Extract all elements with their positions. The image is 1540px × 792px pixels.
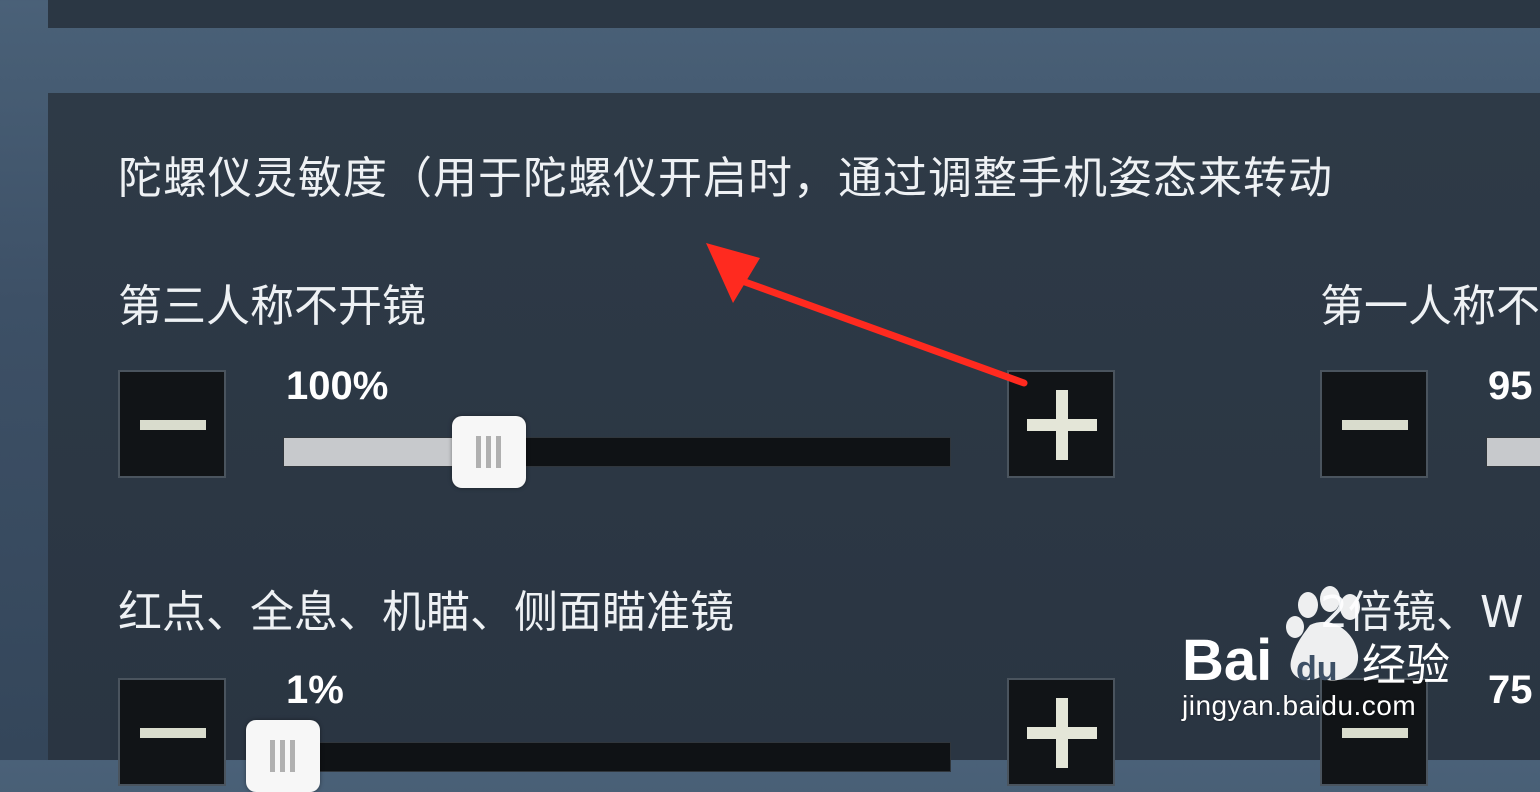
plus-icon <box>1009 680 1113 784</box>
third-person-decrease-button[interactable] <box>118 370 226 478</box>
gyro-sensitivity-title: 陀螺仪灵敏度（用于陀螺仪开启时，通过调整手机姿态来转动 <box>118 153 1333 204</box>
third-person-slider-thumb[interactable] <box>452 416 527 488</box>
first-person-decrease-button[interactable] <box>1320 370 1428 478</box>
watermark-brand: Bai <box>1182 628 1272 693</box>
top-panel-edge <box>48 0 1540 28</box>
third-person-increase-button[interactable] <box>1007 370 1115 478</box>
red-dot-increase-button[interactable] <box>1007 678 1115 786</box>
third-person-value: 100% <box>286 364 389 408</box>
minus-icon <box>120 372 224 476</box>
first-person-value: 95 <box>1488 364 1533 408</box>
red-dot-scope-label: 红点、全息、机瞄、侧面瞄准镜 <box>118 587 734 638</box>
minus-icon <box>1322 372 1426 476</box>
red-dot-slider-track[interactable] <box>283 742 951 772</box>
first-person-slider-track[interactable] <box>1486 437 1540 467</box>
watermark-suffix: 经验 <box>1362 640 1450 691</box>
watermark-brand-du: du <box>1296 650 1338 688</box>
watermark-url: jingyan.baidu.com <box>1182 690 1417 721</box>
first-person-no-scope-label: 第一人称不 <box>1320 281 1540 332</box>
plus-icon <box>1009 372 1113 476</box>
red-dot-decrease-button[interactable] <box>118 678 226 786</box>
red-dot-value: 1% <box>286 668 344 712</box>
minus-icon <box>120 680 224 784</box>
third-person-slider-track[interactable] <box>283 437 951 467</box>
third-person-no-scope-label: 第三人称不开镜 <box>118 281 426 332</box>
red-dot-slider-thumb[interactable] <box>246 720 320 792</box>
2x-scope-value: 75 <box>1488 668 1533 712</box>
